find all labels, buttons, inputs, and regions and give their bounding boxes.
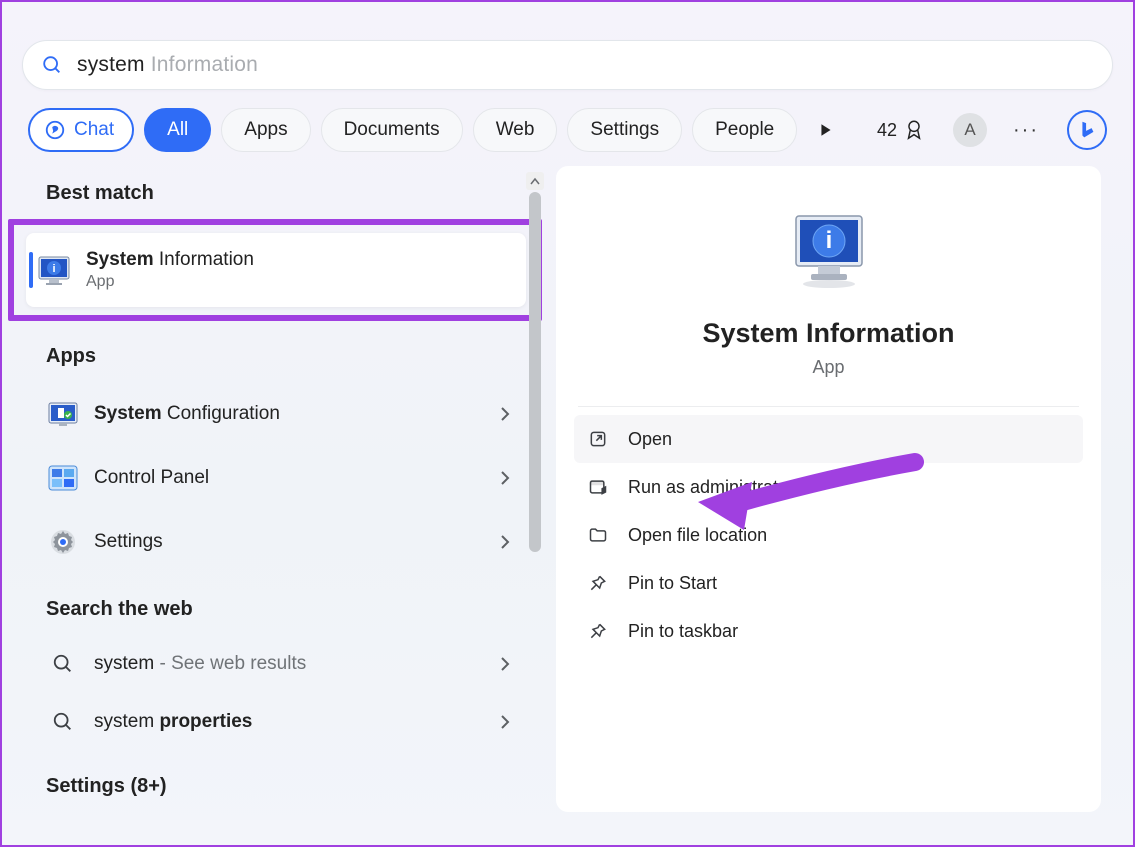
chevron-right-icon	[500, 656, 510, 672]
action-pin-to-start[interactable]: Pin to Start	[574, 559, 1083, 607]
preview-app-icon: i	[556, 206, 1101, 292]
search-input[interactable]: system Information	[77, 53, 258, 77]
system-information-icon: i	[36, 252, 72, 288]
filter-overflow-icon[interactable]	[819, 122, 843, 138]
svg-text:i: i	[52, 263, 55, 275]
open-icon	[586, 429, 610, 449]
action-open[interactable]: Open	[574, 415, 1083, 463]
more-options-icon[interactable]: ···	[1013, 119, 1039, 142]
best-match-result[interactable]: i System Information App	[26, 233, 526, 307]
search-icon	[42, 711, 84, 733]
chevron-right-icon	[500, 406, 510, 422]
chevron-right-icon	[500, 714, 510, 730]
folder-icon	[586, 525, 610, 545]
result-settings[interactable]: Settings	[20, 510, 542, 574]
bing-chat-button[interactable]	[1067, 110, 1107, 150]
pin-icon	[586, 573, 610, 593]
apps-heading: Apps	[20, 321, 542, 382]
filter-row: Chat All Apps Documents Web Settings Peo…	[20, 108, 1115, 166]
action-open-file-location[interactable]: Open file location	[574, 511, 1083, 559]
best-match-heading: Best match	[20, 166, 542, 219]
control-panel-icon	[42, 465, 84, 491]
system-configuration-icon	[42, 400, 84, 428]
result-web-system[interactable]: system - See web results	[20, 635, 542, 693]
settings-icon	[42, 527, 84, 557]
settings-heading: Settings (8+)	[20, 751, 542, 812]
scrollbar[interactable]	[526, 172, 544, 812]
scrollbar-thumb[interactable]	[529, 192, 541, 552]
search-bar[interactable]: system Information	[22, 40, 1113, 90]
admin-icon	[586, 477, 610, 497]
filter-settings[interactable]: Settings	[567, 108, 682, 152]
preview-subtitle: App	[556, 357, 1101, 378]
results-column: Best match i System Information App Apps	[20, 166, 542, 812]
preview-title: System Information	[556, 318, 1101, 349]
svg-text:i: i	[825, 227, 832, 254]
medal-icon	[903, 119, 925, 141]
chat-label: Chat	[74, 119, 114, 141]
filter-apps[interactable]: Apps	[221, 108, 310, 152]
search-icon	[42, 653, 84, 675]
action-pin-to-taskbar[interactable]: Pin to taskbar	[574, 607, 1083, 655]
rewards-counter[interactable]: 42	[877, 119, 925, 141]
result-web-system-properties[interactable]: system properties	[20, 693, 542, 751]
divider	[578, 406, 1079, 407]
chevron-right-icon	[500, 534, 510, 550]
user-avatar[interactable]: A	[953, 113, 987, 147]
preview-panel: i System Information App Open Run as adm…	[556, 166, 1101, 812]
result-system-configuration[interactable]: System Configuration	[20, 382, 542, 446]
pin-icon	[586, 621, 610, 641]
filter-web[interactable]: Web	[473, 108, 558, 152]
annotation-highlight: i System Information App	[8, 219, 542, 321]
result-control-panel[interactable]: Control Panel	[20, 446, 542, 510]
filter-all[interactable]: All	[144, 108, 211, 152]
filter-documents[interactable]: Documents	[321, 108, 463, 152]
best-match-subtitle: App	[86, 273, 254, 291]
filter-people[interactable]: People	[692, 108, 797, 152]
chevron-right-icon	[500, 470, 510, 486]
search-icon	[41, 54, 63, 76]
best-match-title: System Information	[86, 249, 254, 271]
web-heading: Search the web	[20, 574, 542, 635]
scrollbar-up-icon[interactable]	[526, 172, 544, 190]
chat-pill[interactable]: Chat	[28, 108, 134, 152]
action-run-as-admin[interactable]: Run as administrator	[574, 463, 1083, 511]
